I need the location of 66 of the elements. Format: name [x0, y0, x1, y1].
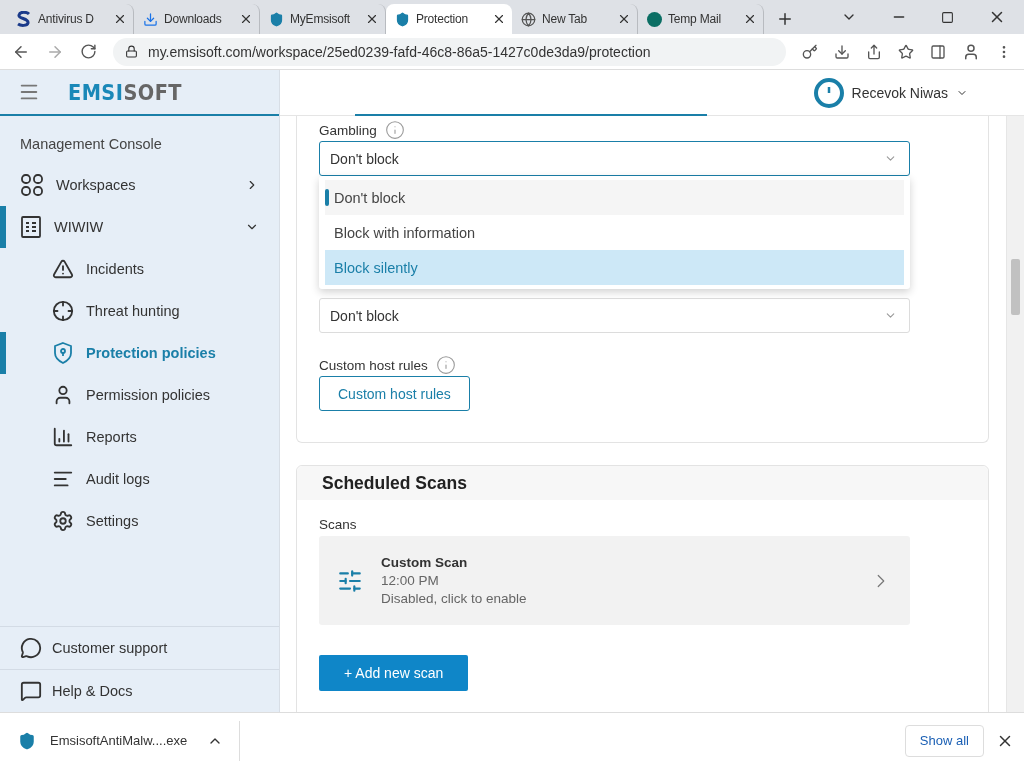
dropdown-option[interactable]: Block silently [325, 250, 904, 285]
sidebar-item[interactable]: WIWIW [0, 206, 279, 248]
close-icon[interactable] [492, 12, 506, 26]
shield-icon [52, 341, 74, 365]
shield-icon [18, 731, 36, 750]
download-item[interactable]: EmsisoftAntiMalw....exe [18, 720, 240, 761]
close-icon[interactable] [743, 12, 757, 26]
address-bar[interactable]: my.emsisoft.com/workspace/25ed0239-fafd-46c8-86a5-1427c0de3da9/protection [113, 37, 786, 66]
share-icon[interactable] [866, 43, 882, 60]
scan-name: Custom Scan [381, 555, 469, 570]
logo: EMSISOFT [68, 79, 182, 105]
reload-icon[interactable] [80, 43, 97, 60]
section-title: Management Console [19, 135, 163, 154]
grid-icon [20, 173, 44, 197]
help-icon [20, 680, 42, 702]
document-list-icon [20, 215, 42, 239]
dropdown-option[interactable]: Don't block [325, 180, 904, 215]
close-icon[interactable] [365, 12, 379, 26]
s-logo-icon [16, 11, 32, 27]
field-label: Custom host rules [319, 357, 428, 373]
scan-time: 12:00 PM [381, 573, 440, 588]
field-label: Scans [319, 517, 357, 532]
shield-icon [268, 11, 284, 27]
close-icon[interactable] [617, 12, 631, 26]
download-icon [142, 11, 158, 27]
restore-icon[interactable] [941, 10, 954, 24]
sidebar-item[interactable]: Incidents [0, 248, 279, 290]
profile-icon[interactable] [962, 42, 980, 61]
scan-item[interactable]: Custom Scan 12:00 PM Disabled, click to enable [319, 536, 910, 625]
user-avatar-icon[interactable] [813, 77, 844, 108]
field-label: Gambling [319, 122, 377, 138]
sidebar-item[interactable]: Permission policies [0, 374, 279, 416]
scan-status: Disabled, click to enable [381, 591, 528, 606]
user-name[interactable]: Recevok Niwas [851, 84, 948, 101]
show-all-button[interactable]: Show all [904, 724, 984, 757]
close-icon[interactable] [239, 12, 253, 26]
report-icon [52, 426, 74, 448]
shield-icon [394, 11, 410, 27]
mail-logo-icon [646, 11, 662, 27]
globe-icon [520, 11, 536, 27]
side-panel-icon[interactable] [930, 43, 946, 60]
close-icon[interactable] [113, 12, 127, 26]
key-icon[interactable] [802, 43, 818, 60]
install-icon[interactable] [834, 43, 850, 60]
sidebar-item[interactable]: Threat hunting [0, 290, 279, 332]
browser-tab[interactable]: Protection [386, 4, 512, 34]
add-scan-button[interactable]: + Add new scan [319, 655, 469, 691]
sidebar-item[interactable]: Protection policies [0, 332, 279, 374]
bookmark-icon[interactable] [898, 43, 914, 60]
sidebar-item[interactable]: Settings [0, 500, 279, 542]
card-title: Scheduled Scans [297, 466, 988, 500]
warning-icon [52, 258, 74, 280]
sidebar-item[interactable]: Audit logs [0, 458, 279, 500]
sidebar-item[interactable]: Reports [0, 416, 279, 458]
gambling-select[interactable]: Don't block [319, 141, 910, 176]
custom-host-rules-button[interactable]: Custom host rules [319, 376, 470, 411]
chat-icon [20, 637, 42, 659]
sidebar-item[interactable]: Workspaces [0, 164, 279, 206]
select-field[interactable]: Don't block [319, 298, 910, 333]
settings-icon [52, 510, 74, 532]
lock-icon [125, 45, 138, 58]
sliders-icon [337, 567, 363, 594]
crosshair-icon [52, 300, 74, 322]
new-tab-icon[interactable] [776, 10, 794, 28]
sidebar-link[interactable]: Customer support [0, 626, 279, 669]
scrollbar[interactable] [1006, 116, 1024, 712]
